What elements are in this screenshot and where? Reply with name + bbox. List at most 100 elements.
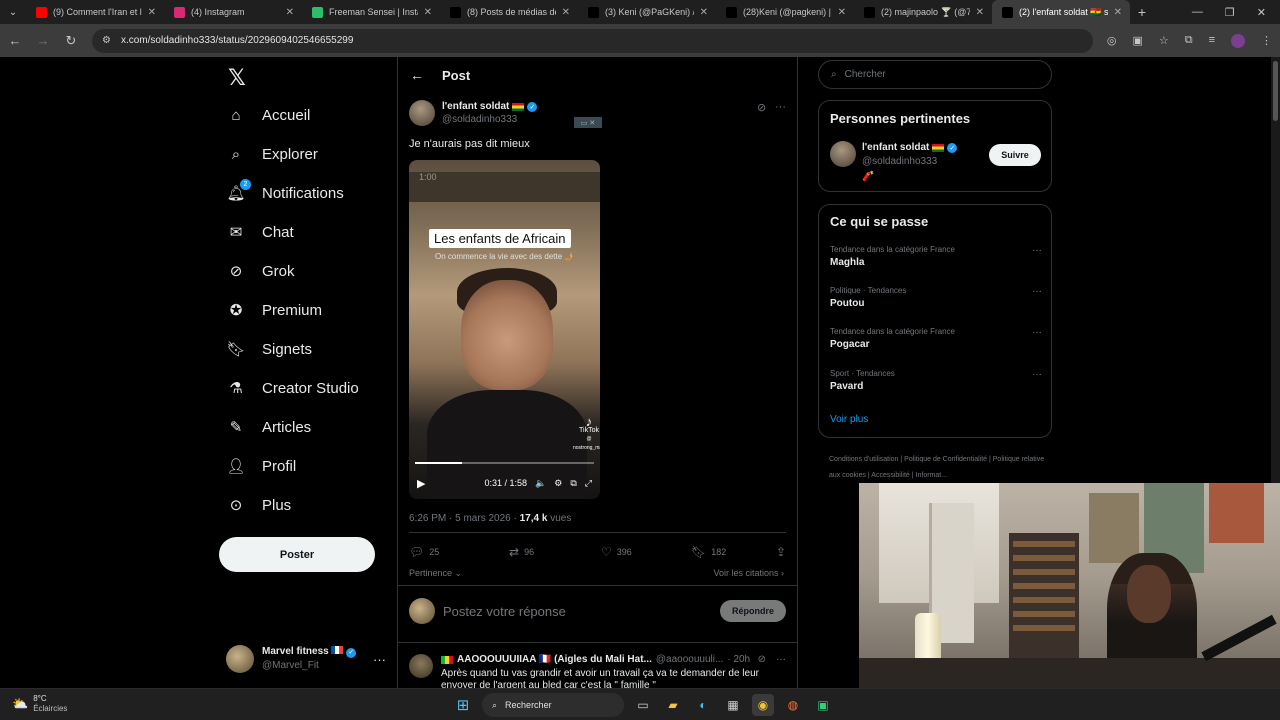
- browser-tab[interactable]: (9) Comment l'Iran et les ✕: [26, 0, 164, 24]
- reply-author-handle[interactable]: @aaooouuuli...: [656, 654, 723, 665]
- app-icon[interactable]: ▣: [812, 694, 834, 716]
- close-tab-icon[interactable]: ✕: [1114, 7, 1122, 18]
- video-player[interactable]: 1:00 Les enfants de Africain On commence…: [409, 160, 600, 499]
- nav-item-grok[interactable]: ⊘ Grok: [226, 256, 295, 286]
- like-action[interactable]: ♡ 396: [601, 545, 691, 559]
- play-icon[interactable]: ▶: [417, 477, 425, 490]
- trend-more-icon[interactable]: ···: [1032, 369, 1042, 380]
- file-explorer-icon[interactable]: ▰: [662, 694, 684, 716]
- close-tab-icon[interactable]: ✕: [700, 7, 708, 18]
- footer-link[interactable]: Accessibilité: [871, 472, 910, 479]
- volume-icon[interactable]: 🔈: [535, 478, 546, 489]
- x-logo-icon[interactable]: 𝕏: [228, 65, 246, 91]
- trend-more-icon[interactable]: ···: [1032, 327, 1042, 338]
- tab-search-icon[interactable]: ⌄: [0, 0, 26, 24]
- browser-tab[interactable]: (8) Posts de médias de BI ✕: [440, 0, 578, 24]
- fullscreen-icon[interactable]: ⤢: [585, 478, 592, 489]
- edge-icon[interactable]: ◐: [692, 694, 714, 716]
- trend-item[interactable]: Tendance dans la catégorie France Maghla ·…: [830, 245, 1042, 268]
- browser-tab[interactable]: (28)Keni (@pagkeni) | Tik ✕: [716, 0, 854, 24]
- taskbar-search[interactable]: ⌕ Rechercher: [482, 693, 624, 717]
- eye-off-icon[interactable]: ◎: [1107, 34, 1117, 48]
- search-input[interactable]: ⌕ Chercher: [818, 60, 1052, 89]
- compose-post-button[interactable]: Poster: [219, 537, 375, 572]
- trend-more-icon[interactable]: ···: [1032, 286, 1042, 297]
- nav-item-accueil[interactable]: ⌂ Accueil: [226, 100, 310, 130]
- footer-link[interactable]: Informat...: [916, 472, 948, 479]
- forward-icon[interactable]: →: [36, 33, 50, 48]
- nav-item-plus[interactable]: ⊙ Plus: [226, 490, 291, 520]
- settings-icon[interactable]: ⚙: [554, 478, 562, 489]
- account-switcher[interactable]: Marvel fitness ✓ @Marvel_Fit ···: [226, 641, 386, 677]
- relevant-person-name-row[interactable]: l'enfant soldat ✓: [862, 142, 958, 153]
- close-tab-icon[interactable]: ✕: [976, 7, 984, 18]
- reply-button[interactable]: Répondre: [719, 600, 786, 622]
- reply-author-name[interactable]: AAOOOUUUIIAA 🇫🇷 (Aigles du Mali Hat...: [457, 654, 652, 665]
- see-more-link[interactable]: Voir plus: [830, 414, 868, 425]
- store-icon[interactable]: ▦: [722, 694, 744, 716]
- bookmark-action[interactable]: 🔖︎ 182: [691, 545, 771, 559]
- nav-item-premium[interactable]: ✪ Premium: [226, 295, 322, 325]
- reply-author-avatar[interactable]: [409, 654, 433, 678]
- footer-link[interactable]: Conditions d'utilisation: [829, 456, 898, 463]
- minimize-icon[interactable]: —: [1192, 6, 1203, 19]
- reload-icon[interactable]: ↻: [64, 33, 78, 49]
- trend-item[interactable]: Politique · Tendances Poutou ···: [830, 286, 1042, 309]
- chrome-icon[interactable]: ◉: [752, 694, 774, 716]
- reply-more-icon[interactable]: ···: [776, 654, 786, 665]
- video-progress-bar[interactable]: [415, 462, 594, 464]
- star-icon[interactable]: ☆: [1159, 34, 1169, 48]
- browser-tab[interactable]: (2) l'enfant soldat 🇬🇭 sur X ✕: [992, 0, 1130, 24]
- more-options-icon[interactable]: ···: [373, 652, 386, 667]
- grok-icon[interactable]: ⊘: [757, 101, 766, 114]
- site-info-icon[interactable]: ⚙: [102, 35, 111, 46]
- install-icon[interactable]: ▣: [1132, 34, 1142, 48]
- browser-tab[interactable]: Freeman Sensei | Instagra ✕: [302, 0, 440, 24]
- browser-tab[interactable]: (3) Keni (@PaGKeni) / X ✕: [578, 0, 716, 24]
- nav-item-chat[interactable]: ✉ Chat: [226, 217, 294, 247]
- trend-item[interactable]: Tendance dans la catégorie France Pogacar…: [830, 327, 1042, 350]
- browser-tab[interactable]: (2) majinpaolo 🍸 (@7pa ✕: [854, 0, 992, 24]
- maximize-icon[interactable]: ❐: [1225, 6, 1235, 19]
- scrollbar-thumb[interactable]: [1273, 61, 1278, 121]
- nav-item-notifications[interactable]: 🔔︎ 2 Notifications: [226, 178, 344, 208]
- post-more-icon[interactable]: ···: [775, 101, 786, 113]
- menu-icon[interactable]: ⋮: [1261, 34, 1272, 48]
- task-view-icon[interactable]: ▭: [632, 694, 654, 716]
- media-icon[interactable]: ≡: [1209, 34, 1215, 48]
- windows-start-icon[interactable]: ⊞: [452, 694, 474, 716]
- url-omnibox[interactable]: ⚙ x.com/soldadinho333/status/20296094025…: [92, 28, 1093, 53]
- trend-more-icon[interactable]: ···: [1032, 245, 1042, 256]
- nav-item-signets[interactable]: 🔖︎ Signets: [226, 334, 312, 364]
- author-name-row[interactable]: l'enfant soldat ✓: [442, 101, 538, 112]
- close-tab-icon[interactable]: ✕: [562, 7, 570, 18]
- firefox-icon[interactable]: ◍: [782, 694, 804, 716]
- author-handle[interactable]: @soldadinho333: [442, 114, 517, 125]
- new-tab-button[interactable]: +: [1130, 4, 1154, 20]
- reply-input[interactable]: Postez votre réponse: [443, 604, 566, 619]
- back-icon[interactable]: ←: [8, 33, 22, 48]
- profile-avatar[interactable]: [1231, 33, 1245, 48]
- back-arrow-icon[interactable]: ←: [410, 67, 424, 83]
- grok-icon[interactable]: ⊘: [758, 654, 766, 665]
- footer-link[interactable]: Politique de Confidentialité: [904, 456, 987, 463]
- relevant-person-handle[interactable]: @soldadinho333: [862, 156, 937, 167]
- close-window-icon[interactable]: ✕: [1257, 6, 1266, 19]
- extensions-icon[interactable]: ⧉: [1185, 34, 1193, 48]
- nav-item-articles[interactable]: ✎ Articles: [226, 412, 311, 442]
- pip-icon[interactable]: ⧉: [570, 478, 576, 489]
- nav-item-creator-studio[interactable]: ⚗ Creator Studio: [226, 373, 358, 403]
- close-tab-icon[interactable]: ✕: [148, 7, 156, 18]
- nav-item-profil[interactable]: 👤︎ Profil: [226, 451, 296, 481]
- trend-item[interactable]: Sport · Tendances Pavard ···: [830, 369, 1042, 392]
- close-tab-icon[interactable]: ✕: [286, 7, 294, 18]
- nav-item-explorer[interactable]: ⌕ Explorer: [226, 139, 318, 169]
- relevant-person-avatar[interactable]: [830, 141, 856, 167]
- view-quotes-link[interactable]: Voir les citations ›: [713, 568, 784, 578]
- close-tab-icon[interactable]: ✕: [838, 7, 846, 18]
- share-action[interactable]: ⇪: [776, 545, 786, 559]
- repost-action[interactable]: ⇄ 96: [509, 545, 601, 559]
- weather-widget[interactable]: ⛅ 8°C Éclaircies: [12, 694, 67, 714]
- reply-action[interactable]: 💬︎ 25: [409, 545, 509, 559]
- author-avatar[interactable]: [409, 100, 435, 126]
